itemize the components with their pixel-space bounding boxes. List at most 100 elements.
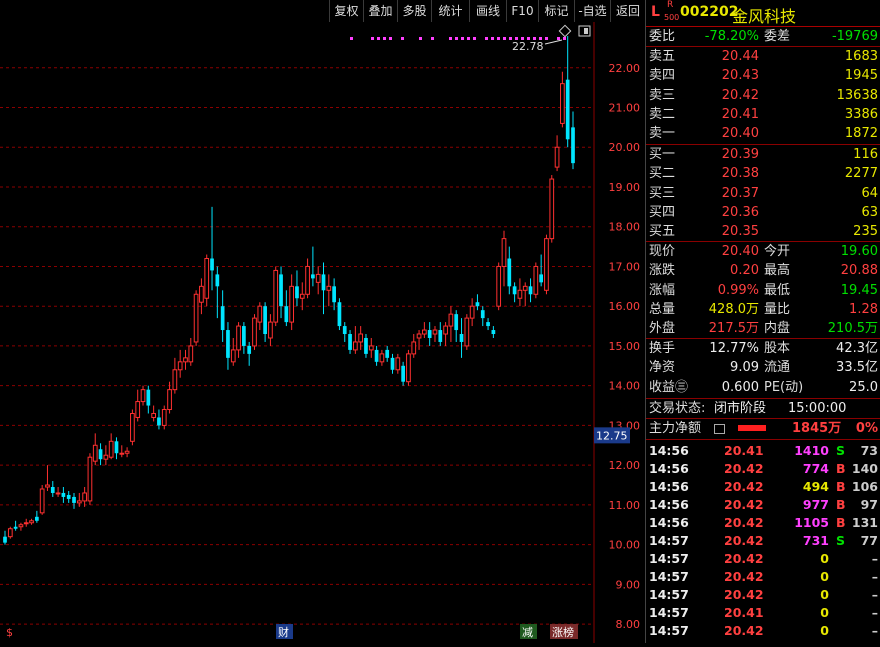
- price-tick-label: 8.00: [616, 618, 641, 631]
- signal-dot: [557, 37, 560, 40]
- remove-watchlist-button[interactable]: -自选: [574, 0, 610, 22]
- price-tick-label: 20.00: [609, 141, 641, 154]
- candle-body: [226, 330, 230, 358]
- ask-volume: 1945: [844, 68, 878, 84]
- limit-up-tag: 涨榜: [552, 625, 574, 639]
- ask-label: 卖三: [649, 87, 676, 103]
- weicha-value: -19769: [831, 29, 878, 44]
- signal-dot: [383, 37, 386, 40]
- candle-body: [416, 333, 422, 339]
- candle-body: [422, 329, 427, 335]
- candle-body: [119, 452, 125, 455]
- quote-row: 涨幅 0.99% 最低 19.45: [646, 281, 880, 300]
- kline-svg[interactable]: 22.00 21.00 20.00 19.00 18.00 17.00 16.00 15.00…: [0, 22, 645, 643]
- trade-time: 14:56: [649, 479, 689, 494]
- candle-body: [247, 345, 252, 354]
- trade-time: 14:57: [649, 569, 689, 584]
- price-tick-label: 9.00: [616, 578, 641, 591]
- signal-dot: [371, 37, 374, 40]
- r-mark-sub: 500: [664, 13, 680, 22]
- statistics-button[interactable]: 统计: [431, 0, 469, 22]
- trade-volume: 1105: [794, 515, 829, 530]
- candle-body: [151, 412, 156, 418]
- signal-dot: [497, 37, 500, 40]
- draw-line-button[interactable]: 画线: [469, 0, 506, 22]
- mark-button[interactable]: 标记: [538, 0, 574, 22]
- fund-value: 9.09: [730, 360, 759, 376]
- kline-chart[interactable]: 22.00 21.00 20.00 19.00 18.00 17.00 16.00 15.00…: [0, 22, 645, 643]
- trade-time: 14:56: [649, 515, 689, 530]
- candle-body: [135, 401, 141, 418]
- max-price-label: 22.78: [512, 40, 544, 53]
- trade-row: 14:56 20.42 494 B 106: [646, 478, 880, 496]
- f10-button[interactable]: F10: [506, 0, 538, 22]
- trade-count: –: [871, 569, 878, 584]
- trade-volume: 977: [802, 497, 829, 512]
- candle-body: [18, 524, 24, 528]
- quote-value: 0.99%: [717, 282, 759, 298]
- quote-label: 外盘: [649, 321, 676, 337]
- candle-body: [87, 456, 93, 502]
- quote-value-2: 19.60: [840, 244, 878, 259]
- list-icon[interactable]: [714, 424, 725, 434]
- main-flow-row[interactable]: 主力净额 1845万 0%: [646, 419, 880, 438]
- back-button[interactable]: 返回: [610, 0, 645, 22]
- trade-side: B: [836, 515, 846, 530]
- trade-price: 20.42: [724, 479, 764, 494]
- quote-value-2: 19.45: [840, 282, 878, 298]
- trade-count: 106: [851, 479, 878, 494]
- current-price-tag: 12.75: [596, 429, 628, 442]
- multi-stock-button[interactable]: 多股: [397, 0, 431, 22]
- candle-body: [348, 334, 352, 350]
- candle-body: [236, 325, 241, 351]
- candle-body: [448, 313, 454, 327]
- candle-body: [72, 496, 76, 503]
- quote-label-2: 最高: [764, 263, 791, 279]
- bid-label: 买三: [649, 185, 676, 201]
- ask-label: 卖一: [649, 126, 676, 142]
- overlay-button[interactable]: 叠加: [363, 0, 397, 22]
- divider: [646, 439, 880, 440]
- weibi-row: 委比 -78.20% 委差 -19769: [646, 27, 880, 46]
- bid-volume: 64: [861, 185, 878, 201]
- candle-body: [34, 516, 39, 521]
- fund-label-2: 流通: [764, 360, 791, 376]
- trade-time: 14:57: [649, 623, 689, 638]
- bid-volume: 2277: [844, 166, 878, 182]
- trade-row: 14:57 20.42 0 –: [646, 586, 880, 604]
- quote-row: 涨跌 0.20 最高 20.88: [646, 261, 880, 280]
- fuquan-button[interactable]: 复权: [329, 0, 363, 22]
- quote-row: 现价 20.40 今开 19.60: [646, 242, 880, 261]
- candle-body: [61, 492, 66, 497]
- trade-volume: 731: [802, 533, 829, 548]
- candle-body: [55, 492, 61, 495]
- signal-dot: [419, 37, 422, 40]
- main-flow-value: 1845万: [792, 421, 842, 436]
- bid-price: 20.39: [721, 147, 759, 162]
- candle-body: [337, 302, 342, 327]
- signal-dot: [545, 37, 548, 40]
- main-flow-label: 主力净额: [649, 421, 702, 436]
- candle-body: [220, 306, 225, 331]
- trade-volume: 0: [820, 587, 829, 602]
- quote-label-2: 最低: [764, 282, 791, 298]
- fund-value-2: 42.3亿: [836, 341, 878, 356]
- bid-row: 买一 20.39 116: [646, 145, 880, 164]
- price-tick-label: 15.00: [609, 340, 641, 353]
- trade-count: 97: [860, 497, 878, 512]
- candle-body: [210, 258, 214, 271]
- candle-body: [188, 345, 194, 363]
- ask-label: 卖五: [649, 49, 676, 64]
- r-mark: R: [667, 0, 674, 10]
- candle-body: [50, 487, 55, 493]
- candle-body: [157, 417, 161, 426]
- candle-body: [29, 520, 34, 524]
- ask-volume: 1683: [844, 49, 878, 64]
- candle-body: [454, 314, 459, 331]
- bid-price: 20.36: [721, 204, 759, 220]
- trade-price: 20.42: [724, 551, 764, 566]
- bid-row: 买五 20.35 235: [646, 222, 880, 241]
- candle-body: [114, 441, 119, 454]
- chart-toolbar: 复权 叠加 多股 统计 画线 F10 标记 -自选 返回: [0, 0, 645, 22]
- trade-price: 20.42: [724, 533, 764, 548]
